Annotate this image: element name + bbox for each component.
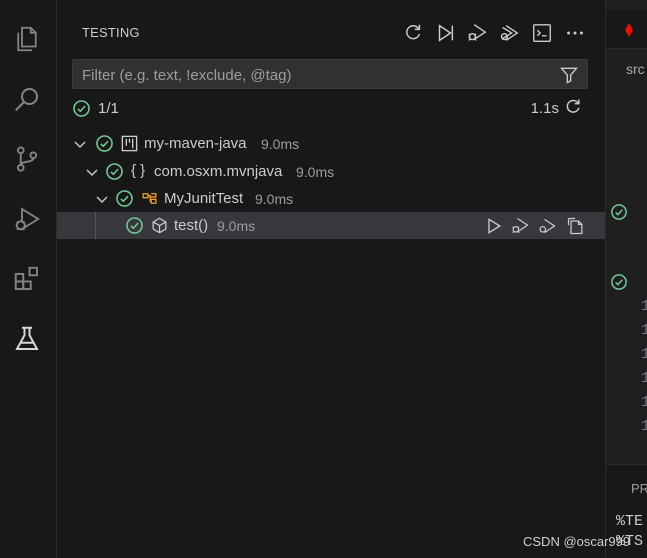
terminal-line: %TE xyxy=(616,513,644,530)
testing-title: TESTING xyxy=(82,25,140,40)
passed-icon xyxy=(126,217,143,234)
class-icon xyxy=(142,193,157,204)
ellipsis-icon xyxy=(567,31,583,35)
indent-guide xyxy=(95,212,96,239)
editor-tabbar xyxy=(606,10,647,49)
testing-header: TESTING xyxy=(57,14,605,50)
test-item-label: com.osxm.mvnjava xyxy=(154,163,283,180)
filter-input[interactable] xyxy=(80,60,554,90)
line-number: 1 xyxy=(641,370,647,387)
test-item-duration: 9.0ms xyxy=(255,191,294,207)
test-item-duration: 9.0ms xyxy=(217,218,256,234)
test-item-duration: 9.0ms xyxy=(296,164,335,180)
coverage-test-icon[interactable] xyxy=(537,216,557,236)
explorer-icon[interactable] xyxy=(10,22,44,56)
debug-test-icon[interactable] xyxy=(510,216,530,236)
run-tests-button[interactable] xyxy=(432,20,458,46)
refresh-tests-button[interactable] xyxy=(400,20,426,46)
line-number: 1 xyxy=(641,346,647,363)
passed-icon xyxy=(96,135,113,152)
package-icon: { } xyxy=(131,162,146,179)
show-output-button[interactable] xyxy=(529,20,555,46)
watermark: CSDN @oscar999 xyxy=(523,534,631,549)
editor-area: src 1 1 1 1 1 1 PR %TE %TS xyxy=(605,0,647,558)
filter-icon[interactable] xyxy=(559,65,579,85)
file-tab-icon[interactable] xyxy=(623,22,635,38)
source-control-icon[interactable] xyxy=(10,142,44,176)
debug-all-icon xyxy=(468,24,487,41)
debug-tests-button[interactable] xyxy=(464,20,490,46)
more-actions-button[interactable] xyxy=(562,20,588,46)
filter-box xyxy=(72,59,588,90)
test-item-label: my-maven-java xyxy=(144,135,247,152)
line-number: 1 xyxy=(641,322,647,339)
line-number: 1 xyxy=(641,394,647,411)
search-icon[interactable] xyxy=(10,82,44,116)
test-count: 1/1 xyxy=(98,100,119,117)
chevron-down-icon[interactable] xyxy=(84,164,100,180)
total-duration: 1.1s xyxy=(530,100,559,117)
breadcrumb[interactable]: src xyxy=(626,61,645,77)
activity-bar xyxy=(0,0,57,558)
test-item-class[interactable]: MyJunitTest 9.0ms xyxy=(57,185,605,212)
test-item-duration: 9.0ms xyxy=(261,136,300,152)
go-to-test-icon[interactable] xyxy=(566,216,586,236)
rerun-icon[interactable] xyxy=(563,97,583,117)
line-number: 1 xyxy=(641,418,647,435)
passed-icon xyxy=(106,163,123,180)
passed-icon xyxy=(116,190,133,207)
testing-icon[interactable] xyxy=(10,322,44,356)
testing-sidebar: TESTING Filter (e.g. text, !exclude, @ta… xyxy=(57,0,605,558)
test-item-project[interactable]: my-maven-java 9.0ms xyxy=(57,130,605,157)
passed-icon xyxy=(73,100,90,117)
project-icon xyxy=(121,135,138,152)
terminal-icon xyxy=(533,24,551,42)
method-icon xyxy=(152,217,167,234)
test-item-method[interactable]: test() 9.0ms xyxy=(57,212,605,239)
coverage-icon xyxy=(500,25,519,41)
extensions-icon[interactable] xyxy=(10,262,44,296)
refresh-icon xyxy=(406,24,421,40)
panel-tab-problems[interactable]: PR xyxy=(631,481,647,496)
test-item-label: test() xyxy=(174,217,209,234)
run-debug-icon[interactable] xyxy=(10,202,44,236)
run-all-icon xyxy=(438,24,454,42)
test-item-label: MyJunitTest xyxy=(164,190,244,207)
test-summary: 1/1 1.1s xyxy=(57,96,605,120)
run-test-icon[interactable] xyxy=(484,216,504,236)
run-with-coverage-button[interactable] xyxy=(496,20,522,46)
line-number: 1 xyxy=(641,298,647,315)
test-item-package[interactable]: { } com.osxm.mvnjava 9.0ms xyxy=(57,158,605,185)
chevron-down-icon[interactable] xyxy=(94,191,110,207)
gutter-passed-icon[interactable] xyxy=(610,273,628,291)
chevron-down-icon[interactable] xyxy=(72,136,88,152)
gutter-passed-icon[interactable] xyxy=(610,203,628,221)
